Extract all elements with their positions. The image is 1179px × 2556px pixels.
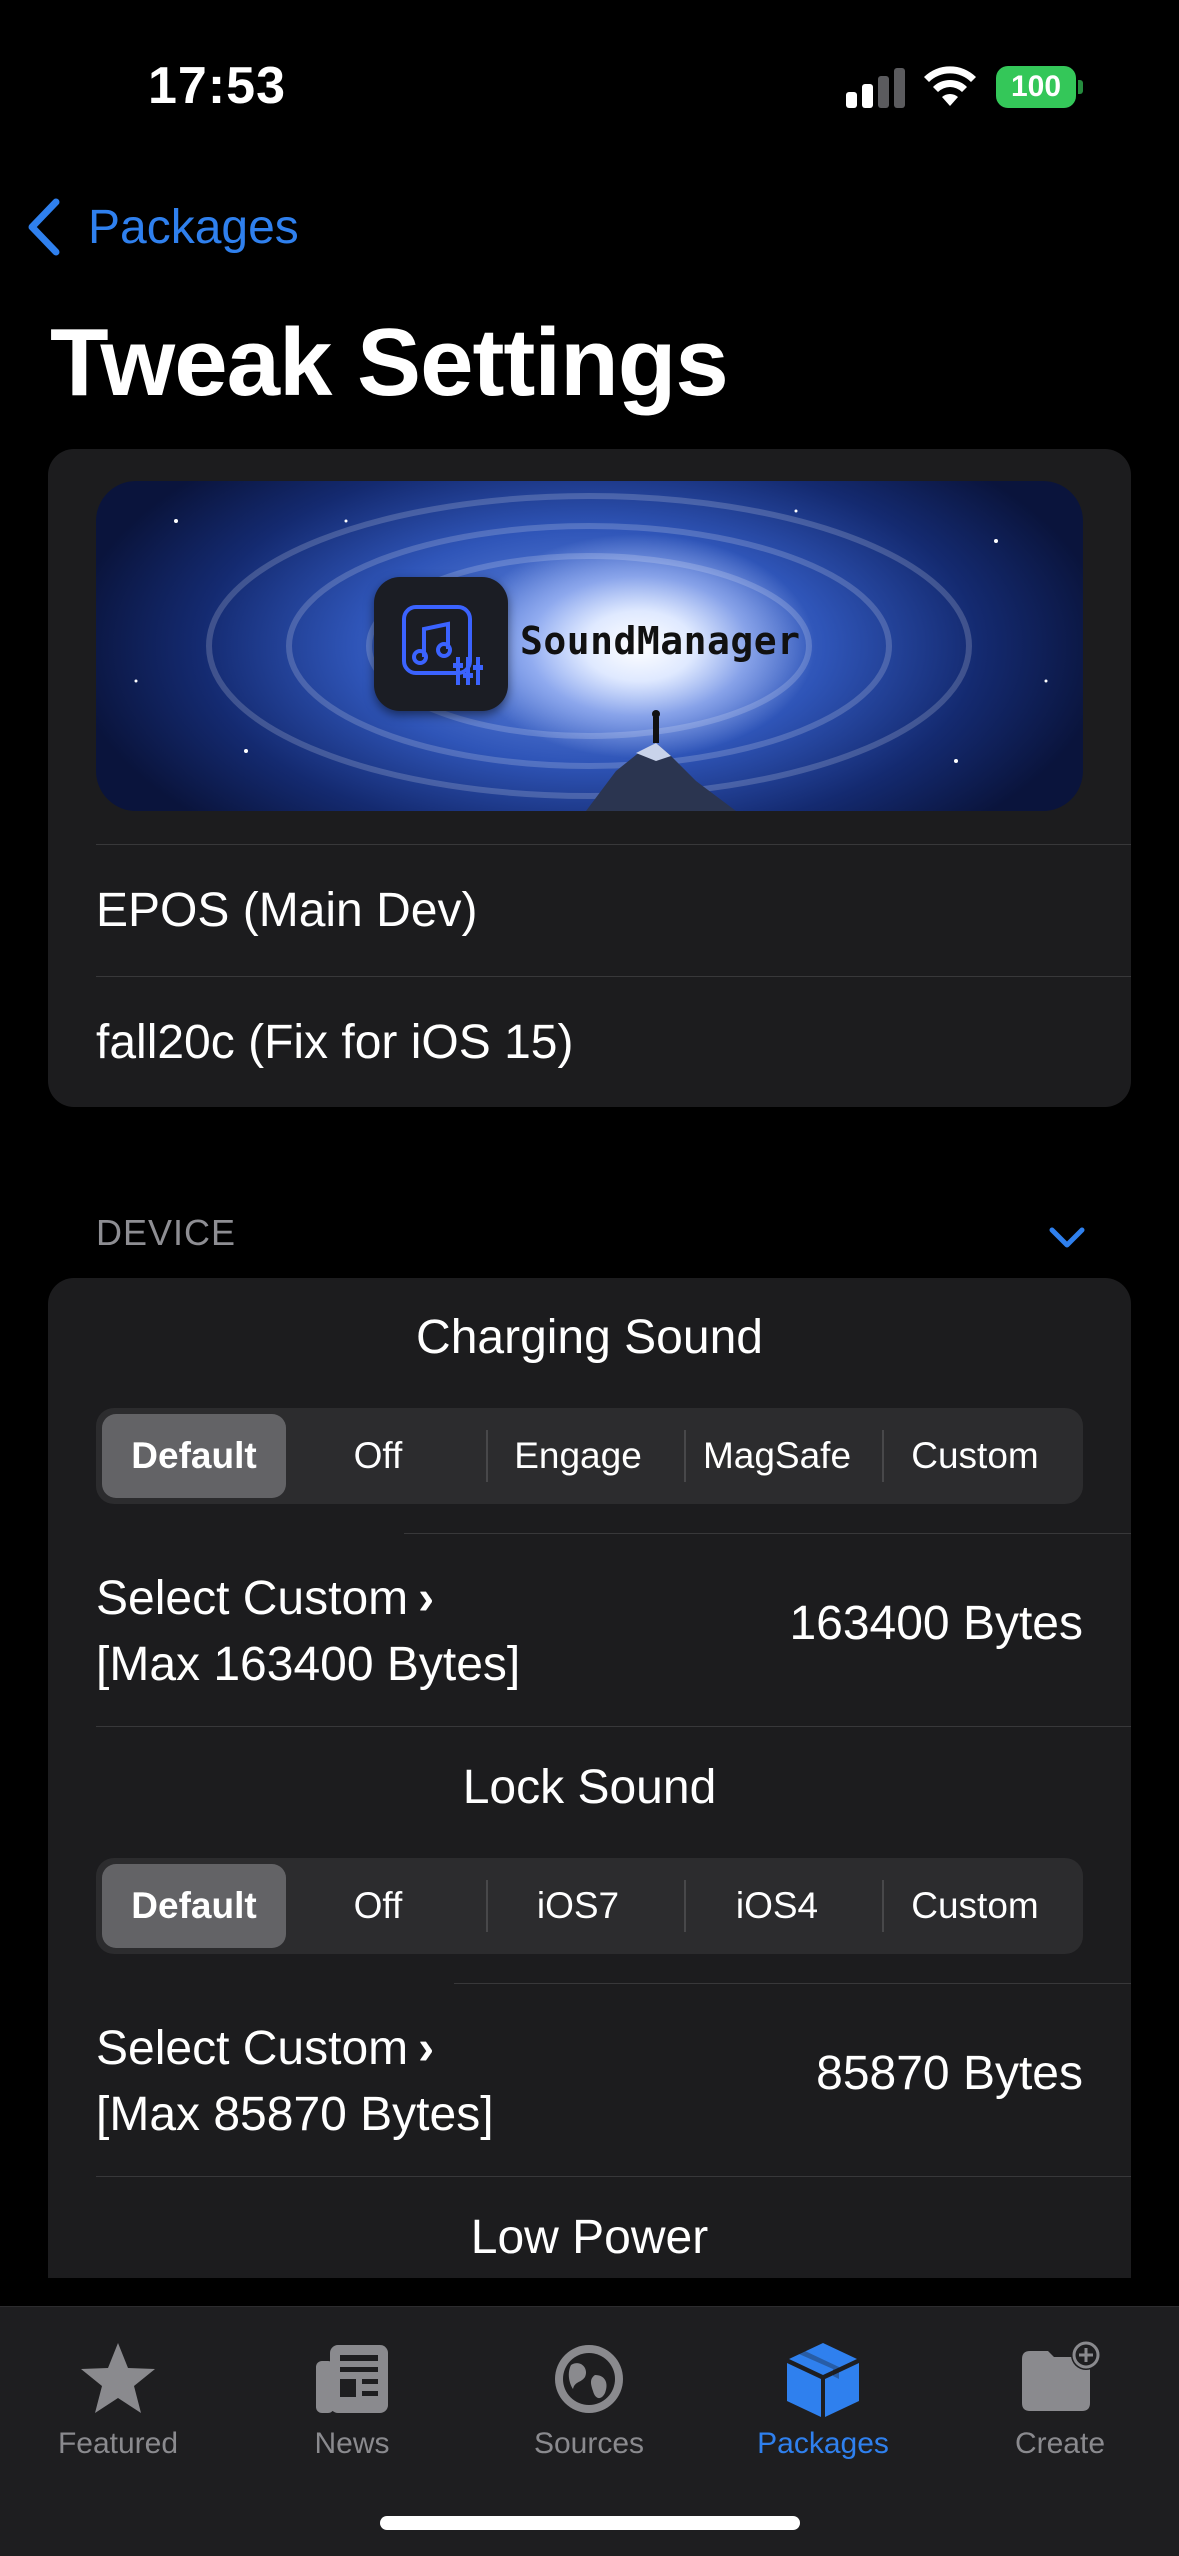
tab-label: Featured	[57, 2427, 179, 2460]
credit-row-epos[interactable]: EPOS (Main Dev)	[96, 844, 1131, 976]
select-custom-title: Select Custom	[96, 1572, 409, 1625]
charging-sound-title: Charging Sound	[416, 1311, 763, 1364]
segment-custom[interactable]: Custom	[883, 1864, 1067, 1948]
tab-packages[interactable]: Packages	[705, 2325, 941, 2475]
device-settings-card: Charging Sound Default Off Engage MagSaf…	[48, 1278, 1131, 2278]
chevron-right-icon: ›	[418, 2022, 435, 2075]
globe-icon	[555, 2345, 623, 2413]
credit-row-fall20c[interactable]: fall20c (Fix for iOS 15)	[96, 976, 1131, 1107]
tab-label: News	[314, 2427, 390, 2460]
cellular-signal-icon	[846, 68, 906, 108]
credit-label: EPOS (Main Dev)	[96, 884, 478, 937]
battery-level: 100	[1010, 70, 1062, 103]
select-custom-max: [Max 163400 Bytes]	[96, 1638, 521, 1691]
back-button-label: Packages	[88, 200, 299, 254]
back-button[interactable]: Packages	[26, 192, 299, 262]
tab-sources[interactable]: Sources	[471, 2325, 707, 2475]
chevron-right-icon: ›	[418, 1572, 435, 1625]
battery-icon: 100	[996, 66, 1083, 108]
status-time: 17:53	[148, 57, 286, 115]
lock-sound-segmented-control: Default Off iOS7 iOS4 Custom	[96, 1858, 1083, 1954]
custom-file-size: 163400 Bytes	[789, 1597, 1083, 1650]
tab-featured[interactable]: Featured	[0, 2325, 236, 2475]
charging-sound-segmented-control: Default Off Engage MagSafe Custom	[96, 1408, 1083, 1504]
select-custom-max: [Max 85870 Bytes]	[96, 2088, 494, 2141]
chevron-down-icon[interactable]	[1046, 1222, 1088, 1252]
low-power-title: Low Power	[470, 2211, 709, 2264]
segment-off[interactable]: Off	[286, 1414, 470, 1498]
tab-news[interactable]: News	[234, 2325, 470, 2475]
segment-default[interactable]: Default	[102, 1864, 286, 1948]
header-card: SoundManager EPOS (Main Dev) fall20c (Fi…	[48, 449, 1131, 1107]
app-icon	[374, 577, 508, 711]
lock-sound-title: Lock Sound	[462, 1761, 717, 1814]
select-custom-title: Select Custom	[96, 2022, 409, 2075]
tab-create[interactable]: Create	[942, 2325, 1178, 2475]
segment-default[interactable]: Default	[102, 1414, 286, 1498]
credit-label: fall20c (Fix for iOS 15)	[96, 1016, 574, 1069]
box-icon	[787, 2343, 859, 2417]
segment-off[interactable]: Off	[286, 1864, 470, 1948]
select-custom-label: Select Custom › [Max 85870 Bytes]	[96, 2016, 494, 2148]
tab-label: Packages	[757, 2427, 889, 2460]
banner-app-name: SoundManager	[520, 619, 801, 663]
section-header-device: DEVICE	[96, 1212, 237, 1253]
tab-label: Create	[1014, 2427, 1106, 2460]
segment-custom[interactable]: Custom	[883, 1414, 1067, 1498]
wifi-icon	[924, 66, 976, 106]
select-custom-label: Select Custom › [Max 163400 Bytes]	[96, 1566, 520, 1698]
segment-engage[interactable]: Engage	[486, 1414, 670, 1498]
lock-select-custom-row[interactable]: Select Custom › [Max 85870 Bytes] 85870 B…	[96, 1984, 1131, 2174]
newspaper-icon	[316, 2345, 388, 2413]
star-icon	[81, 2343, 155, 2413]
music-note-icon	[402, 605, 483, 685]
segment-ios4[interactable]: iOS4	[685, 1864, 869, 1948]
home-indicator[interactable]	[380, 2516, 800, 2530]
tweak-banner: SoundManager	[96, 481, 1083, 811]
folder-plus-icon	[1022, 2340, 1100, 2411]
chevron-left-icon	[28, 198, 60, 256]
segment-ios7[interactable]: iOS7	[486, 1864, 670, 1948]
tab-label: Sources	[533, 2427, 645, 2460]
charging-select-custom-row[interactable]: Select Custom › [Max 163400 Bytes] 163400…	[96, 1534, 1131, 1724]
page-title: Tweak Settings	[50, 309, 729, 416]
custom-file-size: 85870 Bytes	[816, 2047, 1083, 2100]
segment-magsafe[interactable]: MagSafe	[685, 1414, 869, 1498]
status-bar: 17:53 100	[0, 0, 1179, 170]
